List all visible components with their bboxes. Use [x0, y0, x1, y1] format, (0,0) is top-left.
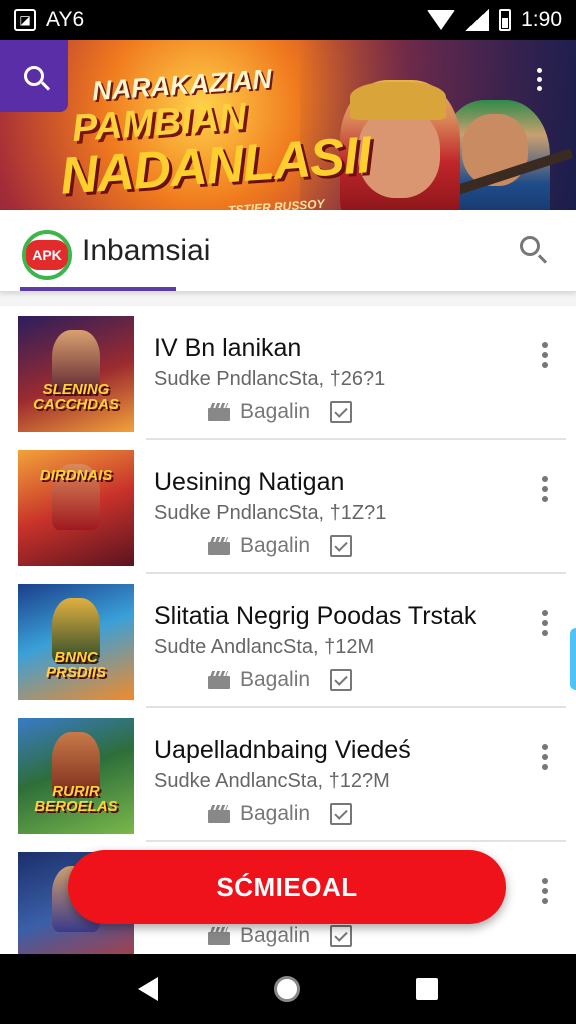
clock: 1:90: [521, 8, 562, 31]
signal-icon: [465, 9, 490, 31]
apk-logo-icon: APK: [22, 230, 72, 280]
meta-label: Bagalin: [240, 668, 311, 691]
item-subtitle: Sudke AndlancSta, †12?M: [154, 770, 390, 792]
item-meta: Bagalin: [208, 668, 353, 692]
battery-icon: [499, 9, 512, 31]
primary-action-button[interactable]: SĆMIEOAL: [68, 850, 506, 924]
item-title[interactable]: Uapelladnbaing Viedeś: [154, 736, 411, 765]
clapper-icon: [208, 927, 230, 945]
banner-search-button[interactable]: [0, 40, 68, 112]
app-screen: ◪ AY6 1:90 NARAKAZIAN PAMBIAN NADANLASII…: [0, 0, 576, 1024]
more-options-icon[interactable]: [542, 476, 548, 502]
game-thumbnail[interactable]: RURIR BEROELAS: [18, 718, 134, 834]
checkbox-icon[interactable]: [330, 669, 353, 691]
checkbox-icon[interactable]: [330, 803, 353, 825]
clapper-icon: [208, 403, 230, 421]
clapper-icon: [208, 805, 230, 823]
item-meta: Bagalin: [208, 400, 353, 424]
checkbox-icon[interactable]: [330, 925, 353, 947]
hero-warrior-crown: [350, 82, 446, 120]
clapper-icon: [208, 537, 230, 555]
item-subtitle: Sudke PndlancSta, †1Z?1: [154, 502, 387, 524]
banner-more-options-icon[interactable]: [537, 68, 542, 91]
item-meta: Bagalin: [208, 802, 353, 826]
wifi-icon: [427, 10, 456, 30]
list-item[interactable]: SLENING CACCHDAS IV Bn lanikan Sudke Pnd…: [0, 306, 576, 440]
status-bar: ◪ AY6 1:90: [0, 0, 576, 40]
meta-label: Bagalin: [240, 802, 311, 825]
meta-label: Bagalin: [240, 400, 311, 423]
app-header: APK Inbamsiai: [0, 210, 576, 292]
game-thumbnail[interactable]: BNNC PRSDIIS: [18, 584, 134, 700]
item-meta: Bagalin: [208, 534, 353, 558]
meta-label: Bagalin: [240, 924, 311, 947]
home-icon[interactable]: [274, 976, 300, 1002]
checkbox-icon[interactable]: [330, 535, 353, 557]
thumbnail-title: SLENING CACCHDAS: [33, 381, 119, 413]
item-meta: Bagalin: [208, 924, 353, 948]
list-item[interactable]: DIRDNAIS Uesining Natigan Sudke PndlancS…: [0, 440, 576, 574]
recent-apps-icon[interactable]: [416, 978, 438, 1000]
more-options-icon[interactable]: [542, 744, 548, 770]
hero-banner[interactable]: NARAKAZIAN PAMBIAN NADANLASII TSTIER RUS…: [0, 40, 576, 210]
header-search-button[interactable]: [520, 236, 548, 264]
more-options-icon[interactable]: [542, 610, 548, 636]
status-left: ◪ AY6: [14, 8, 84, 32]
item-title[interactable]: Uesining Natigan: [154, 468, 344, 497]
list-item[interactable]: RURIR BEROELAS Uapelladnbaing Viedeś Sud…: [0, 708, 576, 842]
system-nav-bar: [0, 954, 576, 1024]
game-thumbnail[interactable]: DIRDNAIS: [18, 450, 134, 566]
more-options-icon[interactable]: [542, 878, 548, 904]
clapper-icon: [208, 671, 230, 689]
notification-app-icon: ◪: [14, 9, 36, 31]
thumbnail-title: DIRDNAIS: [39, 467, 113, 484]
back-icon[interactable]: [138, 977, 158, 1001]
item-title[interactable]: Slitatia Negrig Poodas Trstak: [154, 602, 476, 631]
checkbox-icon[interactable]: [330, 401, 353, 423]
search-icon: [520, 236, 540, 256]
more-options-icon[interactable]: [542, 342, 548, 368]
item-subtitle: Sudte AndlancSta, †12M: [154, 636, 375, 658]
item-title[interactable]: IV Bn lanikan: [154, 334, 301, 363]
tab-indicator: [20, 287, 176, 291]
apk-logo-text: APK: [26, 240, 68, 270]
item-subtitle: Sudke PndlancSta, †26?1: [154, 368, 386, 390]
banner-tagline: TSTIER RUSSOY: [227, 196, 326, 210]
app-title: Inbamsiai: [82, 234, 211, 267]
thumbnail-title: BNNC PRSDIIS: [45, 649, 106, 681]
search-icon: [24, 66, 44, 86]
meta-label: Bagalin: [240, 534, 311, 557]
game-thumbnail[interactable]: SLENING CACCHDAS: [18, 316, 134, 432]
scroll-indicator[interactable]: [570, 628, 576, 690]
thumbnail-title: RURIR BEROELAS: [34, 783, 118, 815]
list-item[interactable]: BNNC PRSDIIS Slitatia Negrig Poodas Trst…: [0, 574, 576, 708]
carrier-label: AY6: [46, 8, 85, 31]
status-right: 1:90: [427, 8, 562, 32]
